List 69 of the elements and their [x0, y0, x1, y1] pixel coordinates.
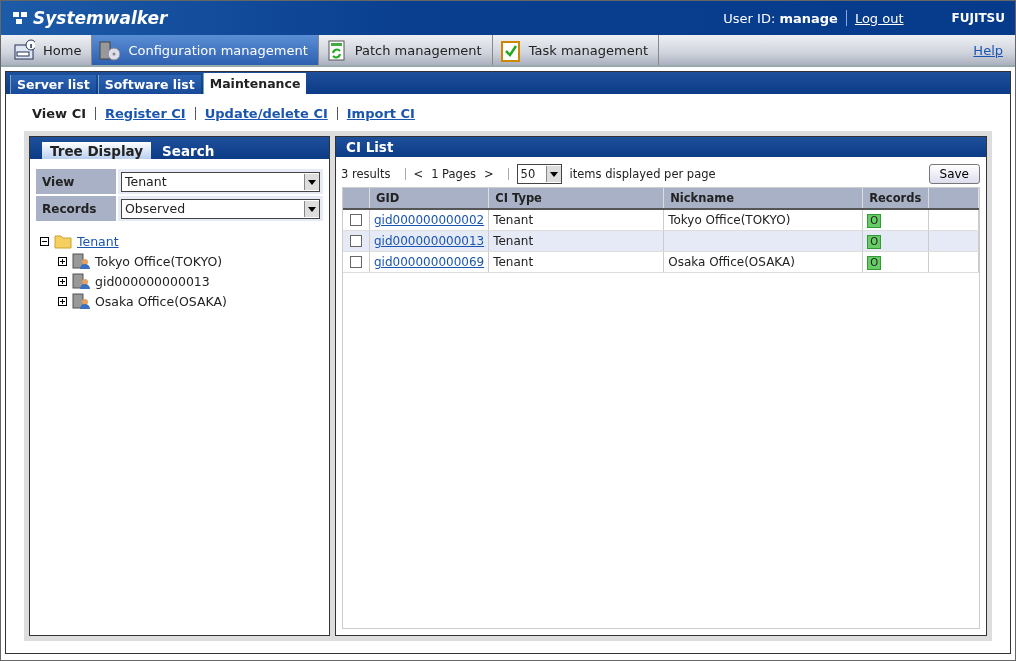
folder-icon: [54, 232, 72, 250]
gid-link[interactable]: gid000000000069: [374, 255, 485, 269]
tab[interactable]: Maintenance: [202, 73, 307, 94]
subnav-link[interactable]: Register CI: [105, 106, 186, 121]
brand-logo: FUJITSU: [951, 11, 1005, 25]
nav-tab[interactable]: Task management: [492, 35, 659, 65]
previous-page-link[interactable]: <: [413, 167, 424, 181]
table-cell: Tenant: [488, 251, 664, 273]
nav-tab-label: Home: [43, 42, 82, 58]
subnav-link[interactable]: Update/delete CI: [204, 106, 328, 121]
per-page-dropdown[interactable]: 50: [516, 164, 562, 184]
table-cell: Tokyo Office(TOKYO): [663, 209, 863, 231]
expand-icon[interactable]: [58, 256, 67, 266]
building-person-icon: [72, 292, 90, 310]
save-button[interactable]: Save: [928, 164, 980, 184]
building-person-icon: [72, 272, 90, 290]
column-header: Nickname: [663, 188, 863, 209]
monitor-info-icon: [13, 38, 35, 62]
panel-tab[interactable]: Search: [154, 142, 223, 159]
building-person-icon: [72, 252, 90, 270]
record-badge[interactable]: O: [867, 255, 882, 270]
dropdown[interactable]: Observed: [121, 198, 320, 219]
record-badge[interactable]: O: [867, 213, 882, 228]
column-header: GID: [369, 188, 489, 209]
table-header: [928, 188, 979, 209]
tab[interactable]: Server list: [10, 75, 96, 94]
clipboard-check-icon: [498, 38, 521, 62]
page-count: 1 Pages: [431, 167, 476, 181]
table-cell: Osaka Office(OSAKA): [663, 251, 863, 273]
subnav-link[interactable]: Import CI: [346, 106, 415, 121]
record-badge[interactable]: O: [867, 234, 882, 249]
nav-tab[interactable]: Configuration management: [92, 35, 319, 65]
tree-item[interactable]: Tokyo Office(TOKYO): [95, 253, 223, 269]
logo-icon: [11, 10, 29, 26]
logout-link[interactable]: Log out: [854, 10, 904, 26]
panel-tab[interactable]: Tree Display: [42, 142, 152, 159]
help-link[interactable]: Help: [973, 42, 1003, 58]
tree-item[interactable]: Osaka Office(OSAKA): [95, 293, 227, 309]
row-checkbox[interactable]: [350, 214, 362, 226]
nav-tab[interactable]: Patch management: [318, 35, 493, 65]
tab[interactable]: Software list: [97, 75, 201, 94]
nav-tab-label: Task management: [528, 42, 648, 58]
dropdown-arrow-icon: [548, 169, 559, 179]
server-disc-icon: [98, 38, 121, 62]
table-header: [343, 188, 370, 209]
panel-title: CI List: [336, 137, 986, 157]
collapse-icon[interactable]: [40, 236, 49, 246]
expand-icon[interactable]: [58, 276, 67, 286]
table-cell: Tenant: [488, 209, 664, 231]
nav-tab[interactable]: Home: [7, 35, 93, 65]
per-page-label: items displayed per page: [569, 167, 716, 181]
subnav-link[interactable]: View CI: [32, 106, 87, 121]
tree-link[interactable]: Tenant: [77, 233, 119, 249]
next-page-link[interactable]: >: [483, 167, 494, 181]
column-header: CI Type: [488, 188, 664, 209]
filter-label: View: [36, 169, 116, 194]
nav-tab-label: Patch management: [354, 42, 482, 58]
nav-tab-label: Configuration management: [128, 42, 308, 58]
dropdown[interactable]: Tenant: [121, 171, 320, 192]
user-id-label: User ID: manage: [723, 10, 838, 26]
logo-text: Systemwalker: [33, 8, 168, 28]
row-checkbox[interactable]: [350, 256, 362, 268]
gid-link[interactable]: gid000000000002: [374, 213, 485, 227]
column-header: Records: [862, 188, 929, 209]
tree-item[interactable]: gid000000000013: [95, 273, 210, 289]
results-count: 3 results: [341, 167, 391, 181]
filter-label: Records: [36, 196, 116, 221]
expand-icon[interactable]: [58, 296, 67, 306]
row-checkbox[interactable]: [350, 235, 362, 247]
